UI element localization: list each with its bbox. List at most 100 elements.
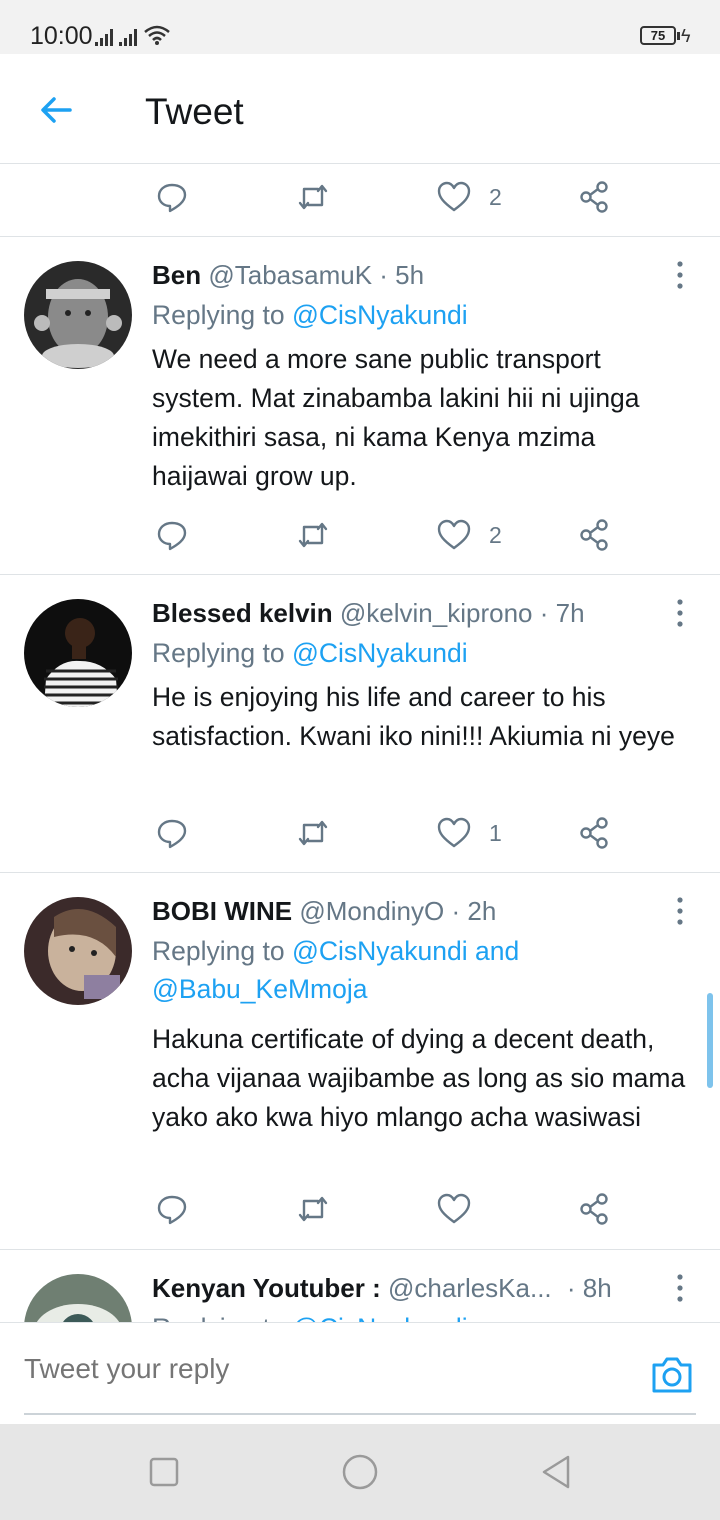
share-button[interactable] [578, 1191, 612, 1227]
reply-button[interactable] [155, 517, 189, 553]
replying-prefix: Replying to [152, 1313, 285, 1322]
more-vert-icon[interactable] [670, 260, 690, 290]
reply-feed[interactable]: 2 Ben @TabasamuK · 5h Replying to @CisNy… [0, 165, 720, 1322]
battery-indicator: 75 [640, 26, 680, 45]
retweet-button[interactable] [296, 517, 330, 553]
replying-to: Replying to @CisNyakundi [152, 296, 672, 334]
retweet-icon [298, 522, 328, 548]
tweet-item[interactable]: BOBI WINE @MondinyO · 2h Replying to @Ci… [0, 873, 720, 1249]
like-button[interactable]: 2 [437, 517, 502, 553]
display-name[interactable]: BOBI WINE [152, 896, 292, 926]
replying-prefix: Replying to [152, 936, 285, 966]
like-heart-icon [437, 519, 471, 550]
mention-link[interactable]: @CisNyakundi and [292, 936, 519, 966]
retweet-icon [298, 820, 328, 846]
more-vert-icon[interactable] [670, 598, 690, 628]
replying-to: Replying to @CisNyakundi [152, 634, 672, 672]
mention-link[interactable]: @CisNyakundi [292, 300, 468, 330]
replying-prefix: Replying to [152, 300, 285, 330]
composer-underline [24, 1413, 696, 1415]
reply-icon [157, 183, 187, 213]
tweet-header: Ben @TabasamuK · 5h [152, 260, 424, 291]
scrollbar-thumb[interactable] [707, 993, 713, 1088]
tweet-header: Blessed kelvin @kelvin_kiprono · 7h [152, 598, 585, 629]
reply-icon [157, 819, 187, 849]
like-heart-icon [437, 1193, 471, 1224]
mention-link[interactable]: @CisNyakundi [292, 638, 468, 668]
like-button[interactable]: 1 [437, 815, 502, 851]
tweet-actions [0, 1179, 720, 1239]
page-title: Tweet [145, 91, 244, 132]
replying-to: Replying to @CisNyakundi and @Babu_KeMmo… [152, 932, 672, 1008]
tweet-item[interactable]: Kenyan Youtuber : @charlesKa... · 8h Rep… [0, 1250, 720, 1322]
share-icon [580, 181, 608, 213]
tweet-text: We need a more sane public transport sys… [152, 344, 640, 491]
share-icon [580, 1193, 608, 1225]
tweet-item[interactable]: Ben @TabasamuK · 5h Replying to @CisNyak… [0, 237, 720, 575]
share-button[interactable] [578, 517, 612, 553]
like-count: 2 [489, 521, 502, 548]
charging-icon: ϟ [681, 26, 691, 46]
signal-1-icon [95, 28, 113, 46]
retweet-button[interactable] [296, 179, 330, 215]
share-button[interactable] [578, 815, 612, 851]
display-name[interactable]: Blessed kelvin [152, 598, 333, 628]
avatar[interactable] [24, 897, 132, 1005]
tweet-header: BOBI WINE @MondinyO · 2h [152, 896, 496, 927]
avatar[interactable] [24, 1274, 132, 1322]
reply-composer [0, 1322, 720, 1424]
reply-button[interactable] [155, 815, 189, 851]
share-button[interactable] [578, 179, 612, 215]
tweet-text: Hakuna certificate of dying a decent dea… [152, 1024, 686, 1132]
more-vert-icon[interactable] [670, 1273, 690, 1303]
tweet-item[interactable]: Blessed kelvin @kelvin_kiprono · 7h Repl… [0, 575, 720, 873]
retweet-button[interactable] [296, 815, 330, 851]
recent-apps-icon[interactable] [144, 1452, 184, 1492]
display-name[interactable]: Ben [152, 260, 201, 290]
avatar[interactable] [24, 599, 132, 707]
mention-link[interactable]: @CisNyakundi [292, 1313, 468, 1322]
tweet-actions: 2 [0, 505, 720, 565]
tweet-actions: 2 [0, 167, 720, 227]
back-arrow-icon[interactable] [36, 90, 76, 130]
signal-2-icon [119, 28, 137, 46]
tweet-text: He is enjoying his life and career to hi… [152, 682, 675, 751]
retweet-button[interactable] [296, 1191, 330, 1227]
tweet-time: · 5h [379, 260, 425, 290]
like-count: 1 [489, 819, 502, 846]
home-icon[interactable] [340, 1452, 380, 1492]
display-name[interactable]: Kenyan Youtuber : [152, 1273, 381, 1303]
user-handle[interactable]: @charlesKa... [388, 1273, 552, 1303]
more-vert-icon[interactable] [670, 896, 690, 926]
like-count: 2 [489, 183, 502, 210]
wifi-icon [144, 25, 170, 45]
reply-button[interactable] [155, 179, 189, 215]
reply-icon [157, 1195, 187, 1225]
user-handle[interactable]: @TabasamuK [208, 260, 372, 290]
status-bar: 10:00 75 ϟ [0, 0, 720, 54]
avatar[interactable] [24, 261, 132, 369]
retweet-icon [298, 1196, 328, 1222]
tweet-time: · 7h [539, 598, 585, 628]
tweet-header: Kenyan Youtuber : @charlesKa... · 8h [152, 1273, 612, 1304]
tweet-time: · 8h [566, 1273, 612, 1303]
replying-to: Replying to @CisNyakundi [152, 1309, 672, 1322]
status-time: 10:00 [30, 22, 93, 50]
user-handle[interactable]: @kelvin_kiprono [340, 598, 533, 628]
app-header: Tweet [0, 54, 720, 164]
reply-icon [157, 521, 187, 551]
status-icons [95, 24, 171, 46]
reply-input[interactable] [24, 1353, 584, 1385]
camera-icon[interactable] [650, 1355, 694, 1395]
tweet-actions: 1 [0, 803, 720, 863]
back-triangle-icon[interactable] [536, 1452, 576, 1492]
retweet-icon [298, 184, 328, 210]
reply-button[interactable] [155, 1191, 189, 1227]
tweet-time: · 2h [451, 896, 497, 926]
like-button[interactable] [437, 1191, 489, 1227]
user-handle[interactable]: @MondinyO [299, 896, 444, 926]
share-icon [580, 817, 608, 849]
system-nav-bar [0, 1424, 720, 1520]
like-button[interactable]: 2 [437, 179, 502, 215]
mention-link-2[interactable]: @Babu_KeMmoja [152, 974, 367, 1004]
